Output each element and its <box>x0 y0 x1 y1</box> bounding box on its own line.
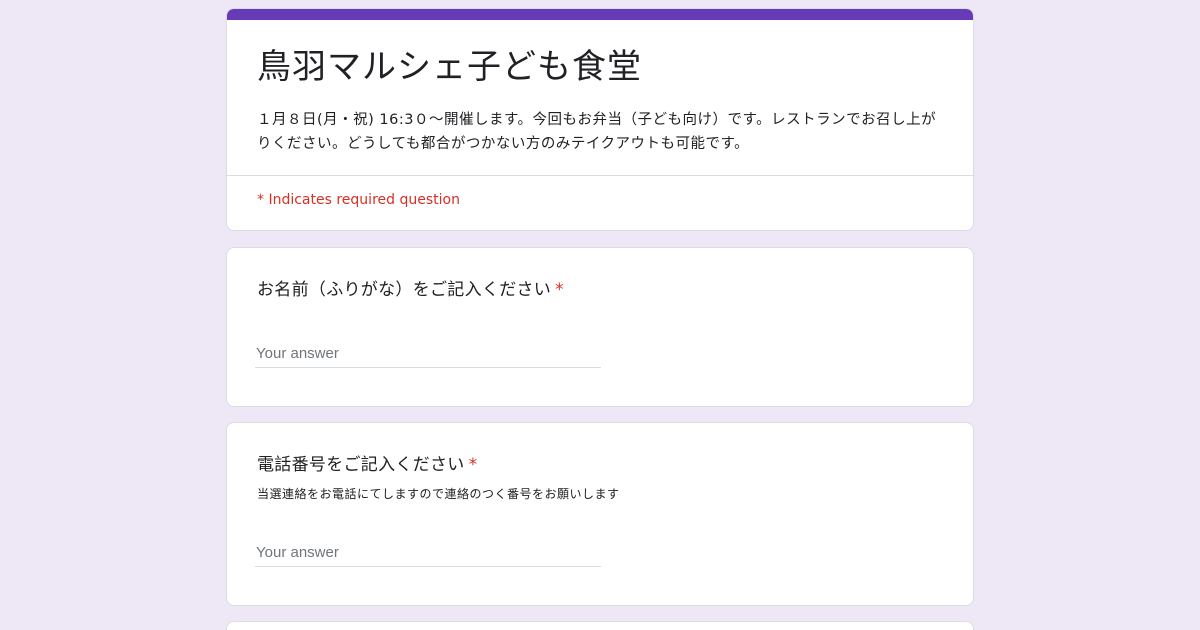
form-header-card: 鳥羽マルシェ子ども食堂 １月８日(月・祝) 16:3０〜開催します。今回もお弁当… <box>226 8 974 231</box>
required-asterisk: * <box>468 455 478 475</box>
question-card-phone: 電話番号をご記入ください * 当選連絡をお電話にてしますので連絡のつく番号をお願い… <box>226 422 974 606</box>
form-title: 鳥羽マルシェ子ども食堂 <box>257 47 642 87</box>
accent-bar <box>227 9 973 20</box>
form-description: １月８日(月・祝) 16:3０〜開催します。今回もお弁当（子ども向け）です。レス… <box>257 112 937 152</box>
question-title-text: お名前（ふりがな）をご記入ください <box>257 280 552 300</box>
required-asterisk: * <box>555 280 564 300</box>
question-title: 電話番号をご記入ください * <box>257 453 477 477</box>
question-card-next <box>226 621 974 630</box>
question-title-text: 電話番号をご記入ください <box>257 455 465 475</box>
question-title: お名前（ふりがな）をご記入ください * <box>257 278 564 302</box>
name-answer-input[interactable] <box>255 340 601 368</box>
question-help-text: 当選連絡をお電話にてしますので連絡のつく番号をお願いします <box>257 487 620 501</box>
required-question-note: * Indicates required question <box>257 192 460 208</box>
header-divider <box>227 175 973 176</box>
phone-answer-input[interactable] <box>255 539 601 567</box>
question-card-name: お名前（ふりがな）をご記入ください * <box>226 247 974 407</box>
form-page: 鳥羽マルシェ子ども食堂 １月８日(月・祝) 16:3０〜開催します。今回もお弁当… <box>0 0 1200 630</box>
